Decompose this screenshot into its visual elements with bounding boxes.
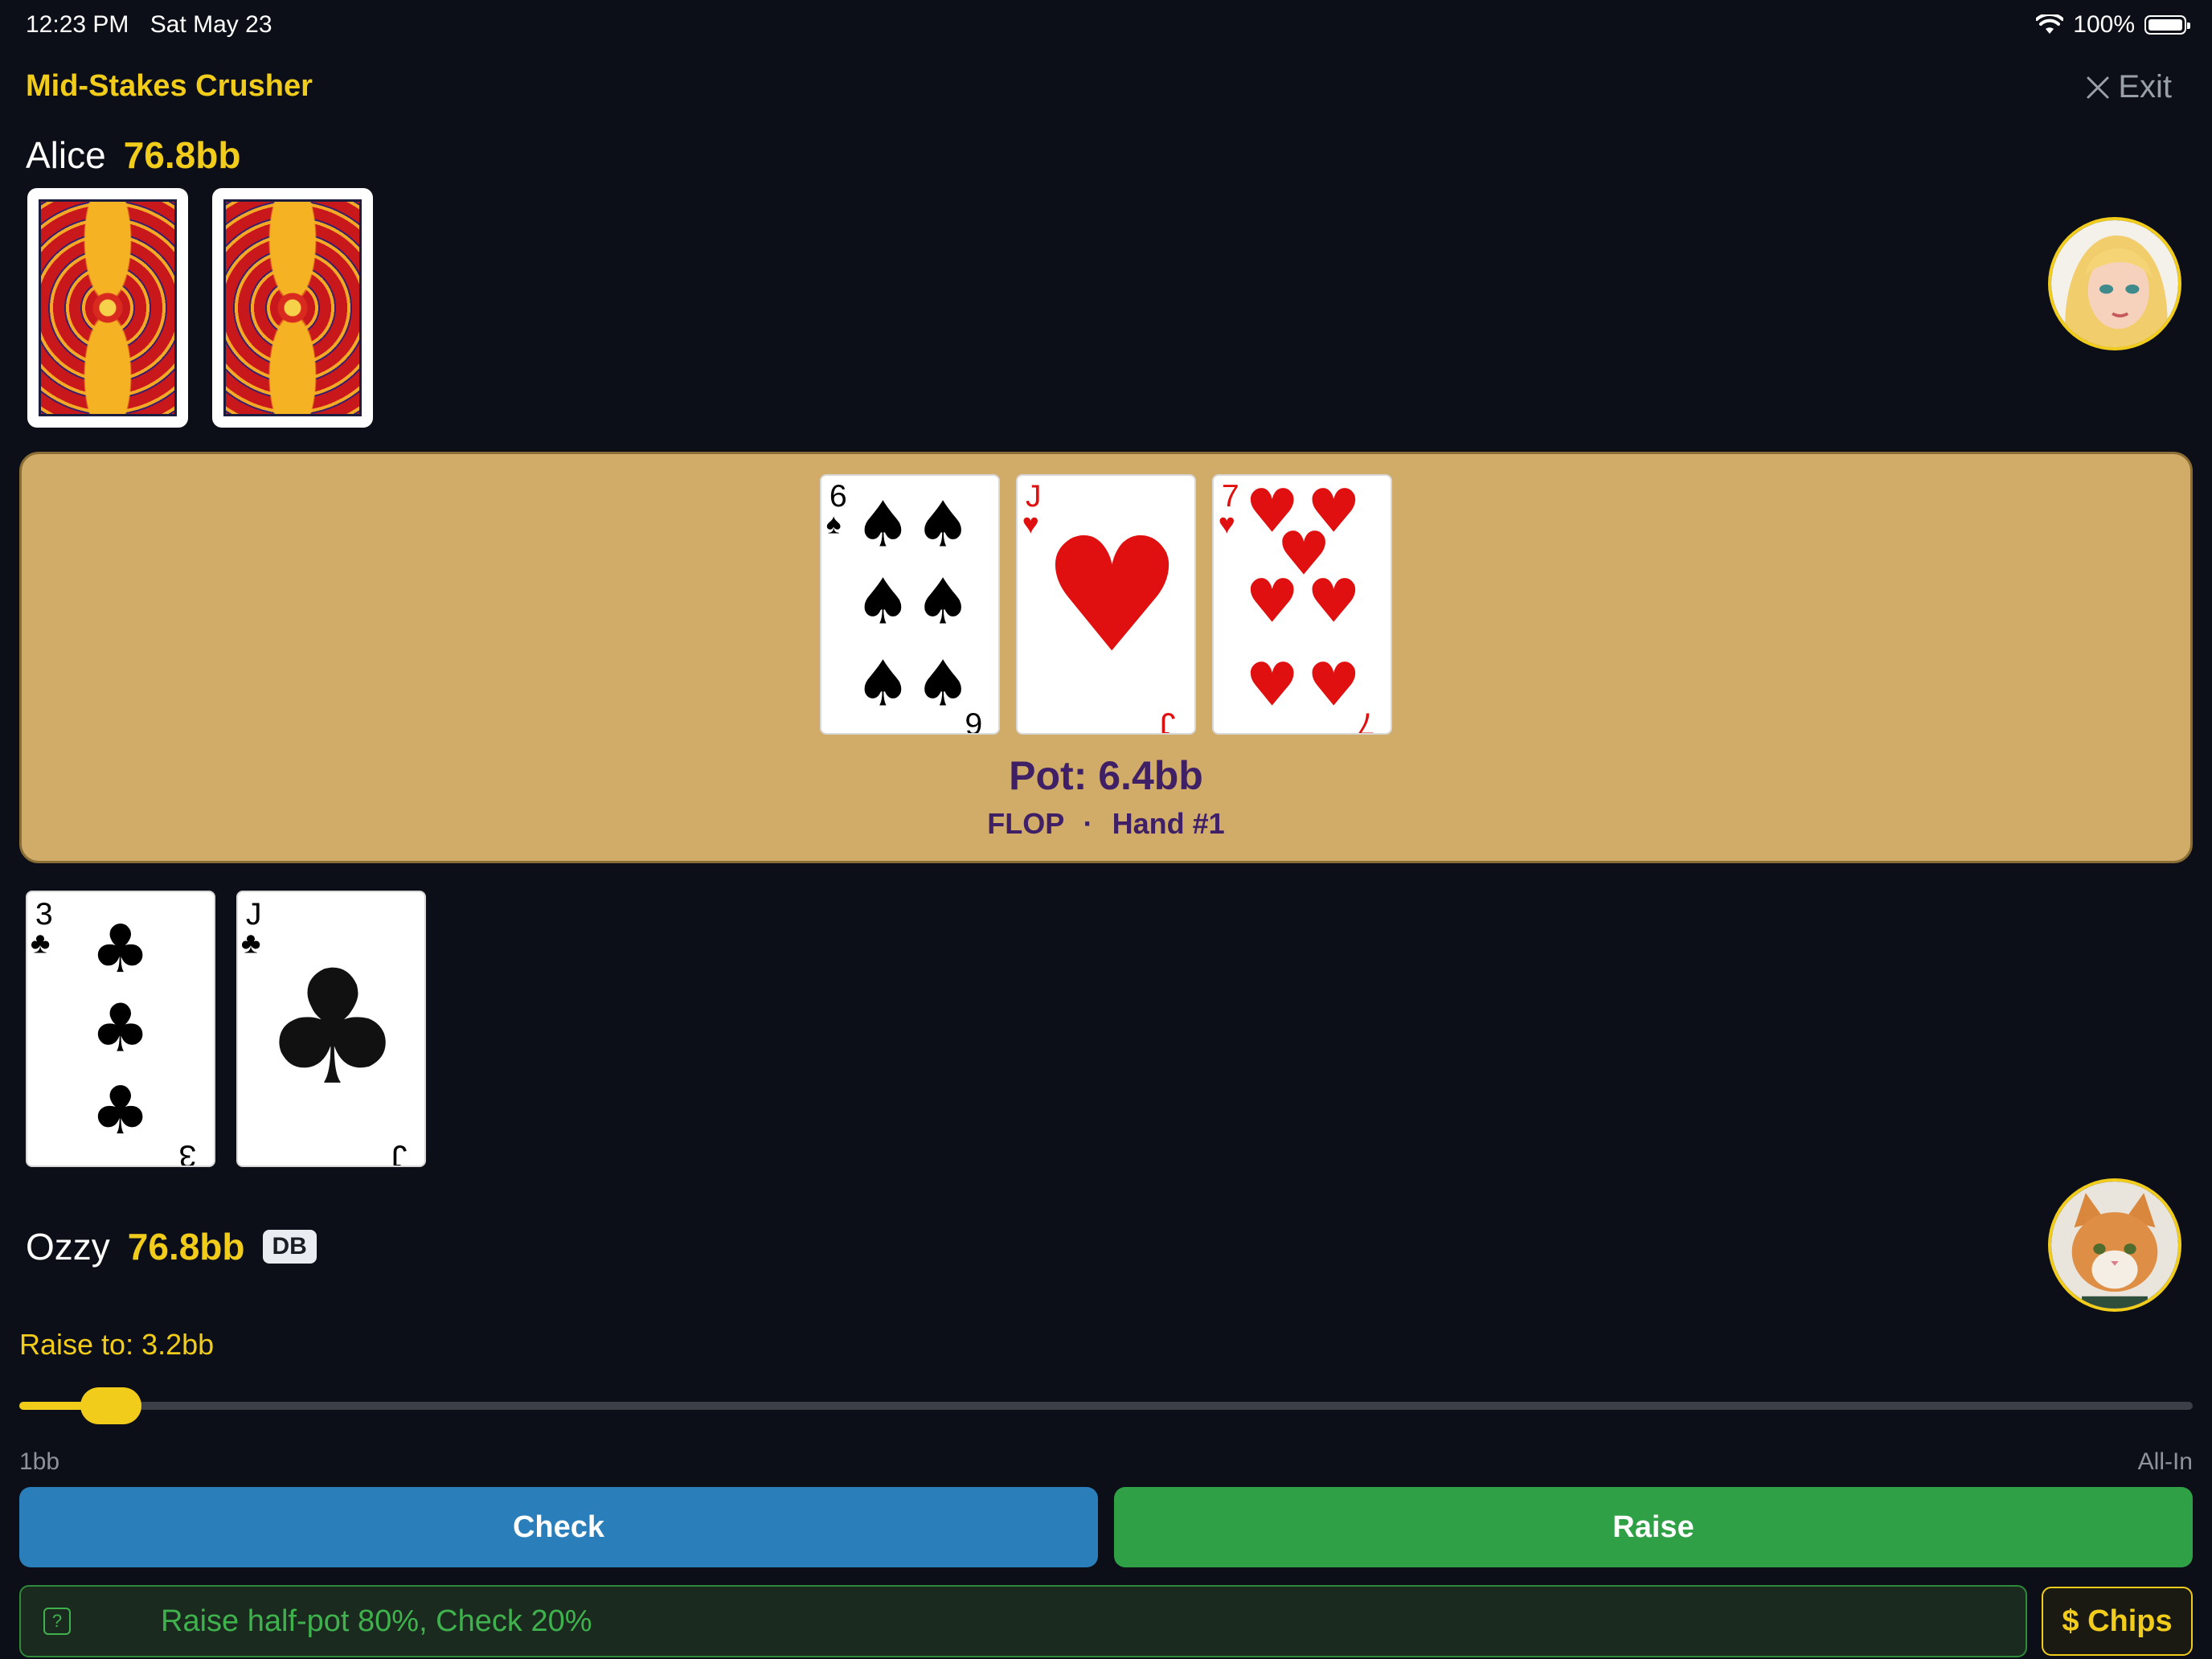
hero-name: Ozzy <box>26 1226 110 1268</box>
exit-button[interactable]: Exit <box>2086 69 2172 105</box>
clock: 12:23 PM <box>26 11 129 38</box>
street-label: FLOP <box>987 807 1064 840</box>
status-time: 12:23 PM Sat May 23 <box>26 11 272 39</box>
status-right: 100% <box>2036 11 2190 39</box>
svg-text:♥: ♥ <box>1307 650 1361 720</box>
svg-text:♠: ♠ <box>854 487 911 561</box>
pot-amount: Pot: 6.4bb <box>1009 753 1203 798</box>
svg-text:♠: ♠ <box>915 565 971 639</box>
exit-label: Exit <box>2118 69 2172 104</box>
chips-button[interactable]: $ Chips <box>2042 1587 2193 1656</box>
street-info: FLOP · Hand #1 <box>0 807 2212 841</box>
svg-text:♣: ♣ <box>91 990 150 1067</box>
svg-text:♠: ♠ <box>854 565 911 639</box>
hero-stack: 76.8bb <box>127 1226 245 1268</box>
svg-text:♣: ♣ <box>241 926 261 960</box>
slider-max-label: All-In <box>2137 1448 2193 1475</box>
hero-card-j-clubs: J ♣ ♣ J <box>236 891 426 1167</box>
opponent-info: Alice 76.8bb <box>26 133 240 177</box>
advice-text: Raise half-pot 80%, Check 20% <box>161 1604 592 1638</box>
svg-text:♣: ♣ <box>91 911 150 988</box>
svg-text:♠: ♠ <box>854 647 911 721</box>
svg-text:♣: ♣ <box>31 926 51 960</box>
svg-text:6: 6 <box>965 707 983 733</box>
raise-amount-label: Raise to: 3.2bb <box>19 1328 215 1361</box>
board-card-7-hearts: 7 ♥ ♥ ♥ ♥ ♥ ♥ ♥ ♥ 7 <box>1212 474 1392 735</box>
hero-info: Ozzy 76.8bb DB <box>26 1225 317 1268</box>
battery-icon <box>2144 15 2190 35</box>
svg-text:J: J <box>391 1138 408 1165</box>
raise-slider-track[interactable] <box>19 1402 2193 1410</box>
help-icon[interactable]: ? <box>43 1608 71 1635</box>
svg-text:♠: ♠ <box>915 487 971 561</box>
game-title: Mid-Stakes Crusher <box>26 69 313 103</box>
svg-text:♥: ♥ <box>1245 650 1299 720</box>
hero-card-3-clubs: 3 ♣ ♣ ♣ ♣ 3 <box>26 891 215 1167</box>
opponent-card-back <box>212 188 373 428</box>
close-icon <box>2087 76 2109 98</box>
svg-text:♥: ♥ <box>1219 509 1235 540</box>
board-card-j-hearts: J ♥ ♥ J <box>1016 474 1196 735</box>
opponent-card-back <box>27 188 188 428</box>
ozzy-avatar <box>2048 1178 2181 1312</box>
svg-text:♠: ♠ <box>915 647 971 721</box>
svg-text:♣: ♣ <box>261 937 403 1120</box>
separator: · <box>1083 807 1093 840</box>
slider-min-label: 1bb <box>19 1448 60 1475</box>
svg-text:♣: ♣ <box>91 1072 150 1149</box>
raise-button[interactable]: Raise <box>1114 1487 2193 1567</box>
dealer-button-badge: DB <box>262 1230 317 1264</box>
check-button[interactable]: Check <box>19 1487 1098 1567</box>
svg-text:♥: ♥ <box>1022 509 1039 540</box>
hand-number: Hand #1 <box>1112 807 1225 840</box>
svg-text:♥: ♥ <box>1307 567 1361 637</box>
advice-bar[interactable]: ? Raise half-pot 80%, Check 20% <box>19 1585 2027 1657</box>
board-card-6-spades: 6 ♠ ♠ ♠ ♠ ♠ ♠ ♠ 6 <box>820 474 1000 735</box>
svg-text:♥: ♥ <box>1245 567 1299 637</box>
svg-text:3: 3 <box>178 1138 196 1165</box>
battery-percent: 100% <box>2073 11 2135 38</box>
date: Sat May 23 <box>150 11 272 38</box>
svg-text:♠: ♠ <box>826 509 842 540</box>
alice-avatar <box>2048 217 2181 350</box>
svg-text:7: 7 <box>1358 707 1375 733</box>
wifi-icon <box>2036 14 2064 34</box>
svg-text:♥: ♥ <box>1041 505 1182 688</box>
svg-text:J: J <box>1160 707 1176 733</box>
opponent-stack: 76.8bb <box>123 134 241 176</box>
raise-slider-thumb[interactable] <box>80 1387 141 1424</box>
opponent-name: Alice <box>26 134 106 176</box>
